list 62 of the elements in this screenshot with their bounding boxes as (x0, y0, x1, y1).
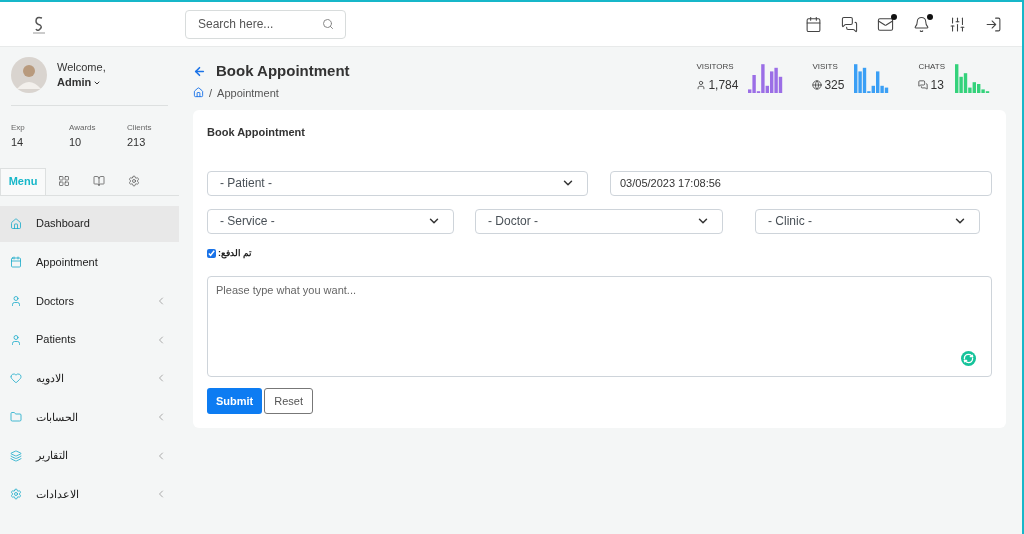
user-icon (696, 80, 707, 90)
chat-icon[interactable] (841, 15, 858, 33)
sidebar-label: التقارير (36, 448, 68, 464)
sidebar-label: Patients (36, 332, 76, 348)
stat-label: VISITORS (696, 61, 735, 73)
sliders-icon[interactable] (949, 15, 966, 33)
stat-value: 10 (69, 135, 83, 150)
calendar-icon[interactable] (805, 15, 822, 33)
card-title: Book Appointment (207, 125, 306, 140)
globe-icon (812, 80, 823, 90)
stat-label: Clients (127, 122, 153, 134)
avatar (11, 57, 47, 93)
user-menu[interactable]: Admin (57, 75, 106, 90)
welcome-text: Welcome, (57, 60, 106, 75)
sidebar-item[interactable]: Dashboard (0, 205, 179, 242)
grid-icon (57, 175, 70, 187)
stat-value: 14 (11, 135, 25, 150)
gear-icon (10, 488, 22, 501)
reset-button[interactable]: Reset (264, 388, 314, 414)
stat-label: VISITS (812, 61, 839, 73)
submit-button[interactable]: Submit (207, 388, 263, 414)
bell-icon[interactable] (913, 15, 930, 33)
home-icon[interactable] (193, 87, 204, 99)
stat-label: Awards (69, 122, 97, 134)
heart-icon (10, 372, 22, 385)
doctor-select[interactable]: - Doctor - (475, 208, 723, 234)
sidebar-label: Appointment (36, 254, 98, 270)
layers-icon (10, 449, 22, 462)
gear-icon (127, 175, 140, 187)
sidebar-label: الحسابات (36, 409, 78, 425)
calendar-icon (10, 256, 22, 269)
user-icon (10, 294, 22, 307)
stat-label: CHATS (918, 61, 945, 73)
message-field[interactable]: Please type what you want... (207, 276, 992, 377)
stat-value: 13 (930, 77, 944, 94)
back-icon[interactable] (193, 64, 206, 78)
datetime-field[interactable]: 03/05/2023 17:08:56 (610, 170, 992, 196)
stat-value: 1,784 (708, 77, 739, 94)
sidebar-label: الادويه (36, 371, 64, 387)
breadcrumb-link[interactable]: Appointment (217, 84, 279, 101)
search-field[interactable]: Search here... (185, 9, 346, 39)
stat-value: 213 (127, 135, 147, 150)
logout-icon[interactable] (985, 15, 1002, 33)
paid-checkbox[interactable] (207, 248, 216, 258)
book-icon (92, 175, 105, 187)
search-icon (322, 17, 334, 30)
chat-icon (918, 80, 929, 90)
service-select[interactable]: - Service - (207, 208, 454, 234)
home-icon (10, 217, 22, 230)
sidebar-label: الاعدادات (36, 487, 79, 503)
mail-icon[interactable] (877, 15, 894, 33)
folder-icon (10, 410, 22, 423)
page-title: Book Appointment (216, 61, 350, 81)
stat-label: Exp (11, 122, 26, 134)
clinic-select[interactable]: - Clinic - (755, 208, 980, 234)
sidebar-label: Dashboard (36, 216, 90, 232)
stat-value: 325 (824, 77, 845, 94)
breadcrumb-separator: / (209, 85, 213, 101)
paid-label: تم الدفع: (218, 246, 253, 260)
sidebar-label: Doctors (36, 293, 74, 309)
patient-select[interactable]: - Patient - (207, 170, 588, 196)
user-icon (10, 333, 22, 346)
